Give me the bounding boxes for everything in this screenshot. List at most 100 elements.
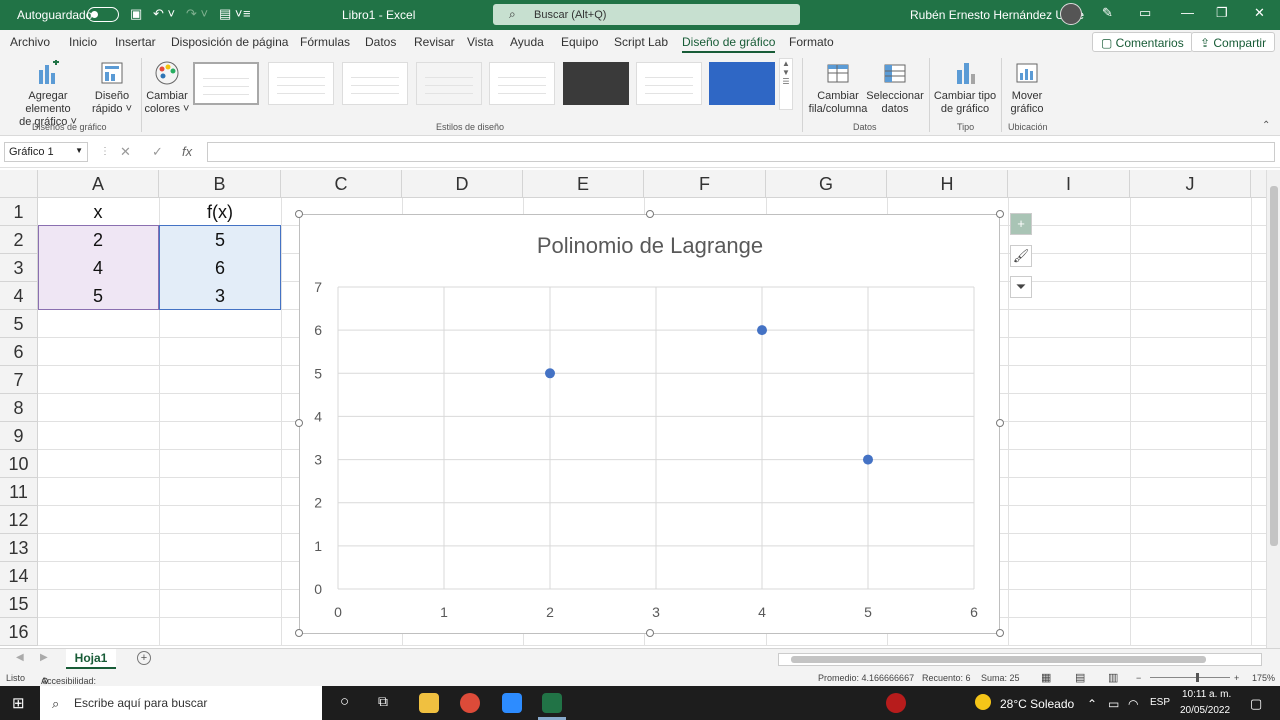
horizontal-scrollbar-thumb[interactable] (791, 656, 1206, 663)
share-button[interactable]: ⇪ Compartir (1191, 32, 1276, 52)
tab-insertar[interactable]: Insertar (115, 35, 156, 49)
zoom-app-icon[interactable] (502, 693, 522, 713)
chart-style-6[interactable] (563, 62, 629, 105)
zoom-slider-thumb[interactable] (1196, 673, 1199, 682)
page-break-view-icon[interactable]: ▥ (1108, 671, 1118, 684)
chart-style-3[interactable] (342, 62, 408, 105)
vertical-scrollbar[interactable] (1266, 170, 1280, 648)
autosave-toggle[interactable] (87, 7, 119, 22)
comments-button[interactable]: ▢ Comentarios (1092, 32, 1193, 52)
normal-view-icon[interactable]: ▦ (1041, 671, 1051, 684)
prev-sheet-icon[interactable]: ◀ (16, 652, 24, 663)
row-header-11[interactable]: 11 (0, 478, 38, 506)
zoom-level[interactable]: 175% (1252, 673, 1275, 683)
taskbar-search[interactable]: ⌕ Escribe aquí para buscar (40, 686, 322, 720)
column-header-e[interactable]: E (523, 170, 644, 198)
zoom-in-icon[interactable]: + (1234, 673, 1239, 683)
zoom-out-icon[interactable]: − (1136, 673, 1141, 683)
column-header-c[interactable]: C (281, 170, 402, 198)
add-sheet-icon[interactable]: + (137, 651, 151, 665)
row-header-5[interactable]: 5 (0, 310, 38, 338)
resize-handle-bottom-right[interactable] (996, 629, 1004, 637)
data-point[interactable] (545, 368, 555, 379)
row-header-4[interactable]: 4 (0, 282, 38, 310)
pen-icon[interactable]: ✎ (1102, 5, 1113, 21)
search-input[interactable]: ⌕ Buscar (Alt+Q) (493, 4, 800, 25)
minimize-icon[interactable]: — (1181, 5, 1194, 20)
row-header-13[interactable]: 13 (0, 534, 38, 562)
insert-function-icon[interactable]: fx (182, 144, 192, 159)
cell-a1[interactable]: x (38, 198, 158, 226)
resize-handle-top[interactable] (646, 210, 654, 218)
row-header-3[interactable]: 3 (0, 254, 38, 282)
tab-formulas[interactable]: Fórmulas (300, 35, 350, 49)
redo-icon[interactable]: ↷ ˅ (186, 6, 208, 22)
tab-vista[interactable]: Vista (467, 35, 493, 49)
row-header-7[interactable]: 7 (0, 366, 38, 394)
move-chart-button[interactable]: Mover gráfico (1004, 60, 1050, 116)
column-header-k[interactable] (1251, 170, 1266, 198)
row-header-14[interactable]: 14 (0, 562, 38, 590)
column-header-f[interactable]: F (644, 170, 766, 198)
quick-layout-button[interactable]: Diseño rápido ˅ (90, 60, 134, 116)
tab-archivo[interactable]: Archivo (10, 35, 50, 49)
chart-style-7[interactable] (636, 62, 702, 105)
data-point[interactable] (757, 325, 767, 336)
chart-style-4[interactable] (416, 62, 482, 105)
tab-diseno-grafico[interactable]: Diseño de gráfico (682, 35, 776, 53)
chart-styles-brush-icon[interactable]: 🖌 (1010, 245, 1032, 267)
styles-gallery-scroll[interactable]: ▲ ▼ ☰ (779, 58, 793, 110)
undo-icon[interactable]: ↶ ˅ (153, 6, 175, 22)
next-sheet-icon[interactable]: ▶ (40, 652, 48, 663)
column-header-g[interactable]: G (766, 170, 887, 198)
record-app-icon[interactable] (886, 693, 906, 713)
windows-start-icon[interactable]: ⊞ (12, 694, 25, 712)
chart-object[interactable]: Polinomio de Lagrange 0 1 2 3 4 5 6 7 0 1 2 3 4 5 6 (299, 214, 1000, 634)
user-name[interactable]: Rubén Ernesto Hernández Uribe (910, 8, 1084, 22)
tab-revisar[interactable]: Revisar (414, 35, 455, 49)
row-header-15[interactable]: 15 (0, 590, 38, 618)
column-header-j[interactable]: J (1130, 170, 1251, 198)
column-header-i[interactable]: I (1008, 170, 1130, 198)
chart-style-2[interactable] (268, 62, 334, 105)
formula-input[interactable] (207, 142, 1275, 162)
change-chart-type-button[interactable]: Cambiar tipo de gráfico (933, 60, 997, 116)
chart-style-5[interactable] (489, 62, 555, 105)
horizontal-scrollbar[interactable] (778, 653, 1262, 666)
column-header-a[interactable]: A (38, 170, 159, 198)
excel-app-icon[interactable] (542, 693, 562, 713)
save-icon[interactable]: ▣ (130, 6, 142, 22)
column-header-d[interactable]: D (402, 170, 523, 198)
switch-row-column-button[interactable]: Cambiar fila/columna (808, 60, 868, 116)
resize-handle-left[interactable] (295, 419, 303, 427)
tab-disposicion[interactable]: Disposición de página (171, 35, 288, 49)
cell-b2[interactable]: 5 (160, 226, 280, 254)
column-header-b[interactable]: B (159, 170, 281, 198)
wifi-icon[interactable]: ◠ (1128, 697, 1138, 711)
tab-script-lab[interactable]: Script Lab (614, 35, 668, 49)
row-header-16[interactable]: 16 (0, 618, 38, 646)
row-header-1[interactable]: 1 (0, 198, 38, 226)
chart-style-1[interactable] (193, 62, 259, 105)
cell-a3[interactable]: 4 (38, 254, 158, 282)
cell-b3[interactable]: 6 (160, 254, 280, 282)
row-header-9[interactable]: 9 (0, 422, 38, 450)
restore-icon[interactable]: ❐ (1216, 5, 1228, 21)
tray-overflow-icon[interactable]: ⌃ (1087, 697, 1097, 711)
resize-handle-right[interactable] (996, 419, 1004, 427)
tab-formato[interactable]: Formato (789, 35, 834, 49)
file-explorer-icon[interactable] (419, 693, 439, 713)
language-indicator[interactable]: ESP (1150, 697, 1170, 708)
taskbar-date[interactable]: 20/05/2022 (1180, 705, 1230, 716)
row-header-8[interactable]: 8 (0, 394, 38, 422)
chart-filter-icon[interactable]: ⏷ (1010, 276, 1032, 298)
avatar[interactable] (1060, 3, 1082, 25)
print-preview-icon[interactable]: ▤ ˅ (219, 6, 243, 22)
select-all-corner[interactable] (0, 170, 38, 198)
zoom-slider[interactable] (1150, 677, 1230, 678)
resize-handle-bottom[interactable] (646, 629, 654, 637)
sheet-tab-hoja1[interactable]: Hoja1 (66, 649, 116, 669)
customize-toolbar-icon[interactable]: ≡ (243, 6, 251, 21)
cell-b4[interactable]: 3 (160, 282, 280, 310)
add-chart-element-button[interactable]: Agregar elemento de gráfico ˅ (6, 60, 90, 129)
